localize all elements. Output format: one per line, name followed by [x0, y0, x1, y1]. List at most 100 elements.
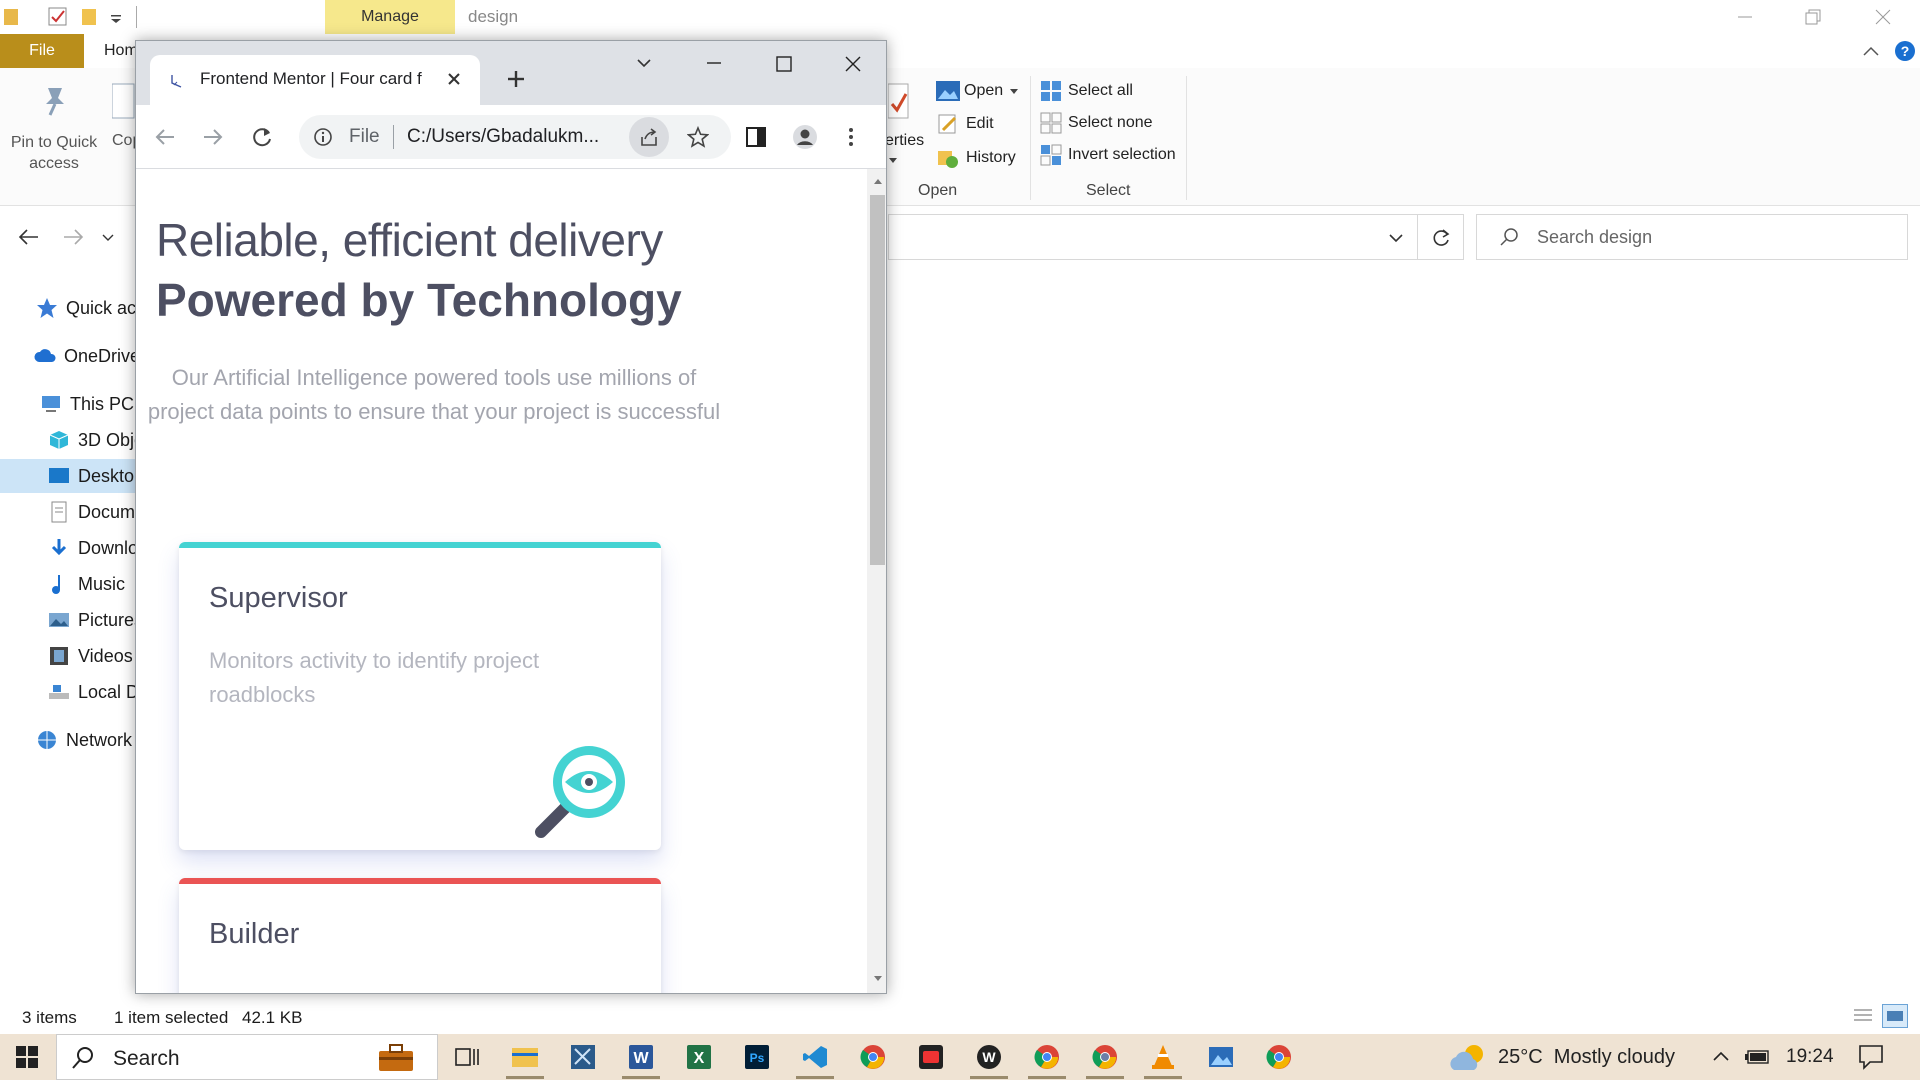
recorder-icon	[919, 1045, 943, 1069]
photoshop-app[interactable]: Ps	[730, 1034, 784, 1080]
chrome-app-1[interactable]	[846, 1034, 900, 1080]
svg-text:X: X	[694, 1050, 705, 1067]
chrome-menu-icon[interactable]	[848, 127, 854, 147]
sidebar-item-documents[interactable]: Docum	[48, 495, 135, 529]
chrome-icon	[860, 1045, 885, 1069]
file-explorer-app[interactable]	[498, 1034, 552, 1080]
site-info-icon[interactable]	[313, 127, 333, 147]
weather-cloud-icon[interactable]	[1448, 1042, 1488, 1072]
customize-toolbar-icon[interactable]	[110, 10, 122, 24]
address-dropdown-icon[interactable]	[1389, 233, 1403, 243]
new-folder-icon[interactable]	[82, 7, 98, 27]
taskbar-search-label: Search	[113, 1047, 180, 1070]
restore-button[interactable]	[1778, 0, 1848, 34]
side-panel-icon[interactable]	[746, 127, 766, 147]
help-icon[interactable]: ?	[1894, 40, 1916, 62]
sidebar-item-pictures[interactable]: Pictures	[48, 603, 143, 637]
sidebar-item-local-disk[interactable]: Local D	[48, 675, 139, 709]
forward-icon[interactable]	[202, 127, 224, 147]
wamp-app[interactable]: W	[962, 1034, 1016, 1080]
bookmark-star-icon[interactable]	[687, 126, 709, 148]
chrome-app-4[interactable]	[1252, 1034, 1306, 1080]
details-view-icon[interactable]	[1852, 1006, 1874, 1026]
back-arrow-icon[interactable]	[18, 228, 40, 246]
sidebar-item-downloads[interactable]: Downlo	[48, 531, 138, 565]
refresh-button[interactable]	[1418, 214, 1464, 260]
sidebar-item-network[interactable]: Network	[36, 723, 132, 757]
home-tab[interactable]: Hom	[104, 42, 138, 60]
photoshop-icon: Ps	[745, 1045, 769, 1069]
weather-text[interactable]: 25°C Mostly cloudy	[1498, 1046, 1675, 1069]
sidebar-item-quick-access[interactable]: Quick acc	[36, 291, 145, 325]
chrome-app-2[interactable]	[1020, 1034, 1074, 1080]
properties-dropdown-icon[interactable]	[888, 156, 898, 164]
briefcase-icon	[379, 1044, 413, 1071]
start-button[interactable]	[0, 1034, 54, 1080]
omnibox[interactable]: File C:/Users/Gbadalukm...	[299, 115, 731, 159]
sidebar-item-onedrive[interactable]: OneDrive	[34, 339, 140, 373]
taskbar-search-box[interactable]: Search	[56, 1034, 438, 1080]
tab-close-icon[interactable]	[446, 71, 462, 87]
share-button[interactable]	[629, 117, 669, 157]
scroll-down-icon[interactable]	[873, 975, 883, 983]
notification-icon[interactable]	[1858, 1044, 1884, 1070]
collapse-ribbon-icon[interactable]	[1862, 44, 1880, 58]
vlc-app[interactable]	[1136, 1034, 1190, 1080]
sidebar-item-3d-objects[interactable]: 3D Obje	[48, 423, 144, 457]
back-icon[interactable]	[154, 127, 176, 147]
chrome-minimize-icon[interactable]	[706, 61, 722, 65]
card-accent-bar	[179, 542, 661, 548]
open-button[interactable]: Open	[936, 80, 1019, 102]
chrome-maximize-icon[interactable]	[776, 56, 792, 72]
pin-icon	[38, 84, 72, 118]
recent-locations-icon[interactable]	[102, 234, 114, 242]
excel-icon: X	[687, 1045, 711, 1069]
sidebar-item-videos[interactable]: Videos	[48, 639, 133, 673]
reload-icon[interactable]	[251, 126, 273, 148]
snipping-tool-app[interactable]	[556, 1034, 610, 1080]
select-group-label: Select	[1086, 182, 1131, 199]
new-tab-icon[interactable]	[506, 69, 526, 89]
address-bar[interactable]	[888, 214, 1418, 260]
tab-search-icon[interactable]	[636, 57, 652, 69]
card-accent-bar	[179, 878, 661, 884]
properties-check-icon[interactable]	[48, 7, 68, 27]
minimize-button[interactable]	[1710, 0, 1780, 34]
chrome-close-icon[interactable]	[845, 56, 861, 72]
edit-button[interactable]: Edit	[938, 114, 994, 134]
sidebar-item-this-pc[interactable]: This PC	[40, 387, 134, 421]
select-all-button[interactable]: Select all	[1040, 80, 1133, 102]
sidebar-item-music[interactable]: Music	[48, 567, 125, 601]
manage-tab[interactable]: Manage	[325, 0, 455, 34]
photos-app[interactable]	[1194, 1034, 1248, 1080]
history-button[interactable]: History	[938, 148, 1016, 168]
open-dropdown-icon	[1010, 89, 1019, 94]
screen-recorder-app[interactable]	[904, 1034, 958, 1080]
pin-to-quick-access-button[interactable]: Pin to Quick access	[8, 132, 100, 174]
show-hidden-icons-icon[interactable]	[1712, 1050, 1730, 1062]
chrome-app-3[interactable]	[1078, 1034, 1132, 1080]
excel-app[interactable]: X	[672, 1034, 726, 1080]
chrome-tab[interactable]: Frontend Mentor | Four card f	[150, 55, 480, 105]
invert-selection-button[interactable]: Invert selection	[1040, 144, 1176, 166]
word-app[interactable]: W	[614, 1034, 668, 1080]
scroll-up-icon[interactable]	[873, 177, 883, 185]
properties-button[interactable]: erties	[885, 132, 924, 150]
close-button[interactable]	[1848, 0, 1918, 34]
history-icon	[938, 151, 958, 168]
task-view-button[interactable]	[440, 1034, 494, 1080]
sidebar-item-desktop[interactable]: Desktop	[0, 459, 136, 493]
page-heading-bold: Powered by Technology	[156, 274, 682, 326]
page-scrollbar[interactable]	[867, 169, 886, 993]
vscode-app[interactable]	[788, 1034, 842, 1080]
clock-time[interactable]: 19:24	[1786, 1046, 1834, 1068]
file-tab[interactable]: File	[0, 34, 84, 68]
battery-icon[interactable]	[1744, 1048, 1772, 1066]
profile-avatar-icon[interactable]	[792, 124, 818, 150]
forward-arrow-icon[interactable]	[62, 228, 84, 246]
scrollbar-thumb[interactable]	[870, 195, 885, 565]
selection-size: 42.1 KB	[242, 1008, 303, 1027]
large-icons-view-icon[interactable]	[1882, 1004, 1908, 1028]
search-input[interactable]: Search design	[1476, 214, 1908, 260]
select-none-button[interactable]: Select none	[1040, 112, 1153, 134]
